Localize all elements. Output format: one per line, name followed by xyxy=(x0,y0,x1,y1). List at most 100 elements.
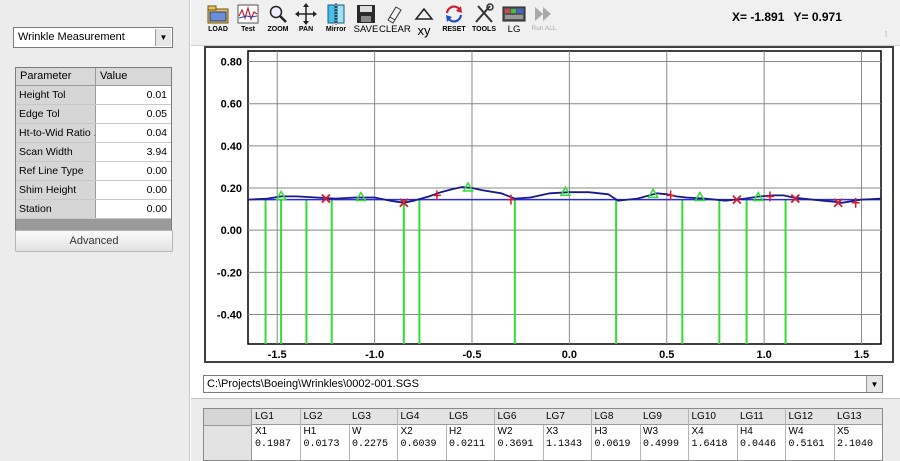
results-column-header: LG5 xyxy=(446,409,494,425)
results-grid: LG1 X1 0.1987 LG2 H1 0.0173 LG3 W 0.2275 LG4 X2 0.6… xyxy=(203,408,883,461)
zoom-button[interactable]: ZOOM xyxy=(263,3,293,43)
parameter-row[interactable]: Ht-to-Wid Ratio ... 0.04 xyxy=(16,124,171,143)
parameter-value[interactable]: 0.00 xyxy=(96,181,171,199)
result-name: H1 xyxy=(303,426,317,437)
results-column[interactable]: LG2 H1 0.0173 xyxy=(300,409,350,460)
mirror-icon xyxy=(327,3,345,25)
profile-chart-svg[interactable]: 0.80 0.60 0.40 0.20 0.00 -0.20 -0.40 -1.5 -1.0 -0… xyxy=(206,48,892,361)
resize-grip-icon[interactable]: ⁞ xyxy=(885,30,887,39)
parameter-row[interactable]: Edge Tol 0.05 xyxy=(16,105,171,124)
results-column[interactable]: LG9 W3 0.4999 xyxy=(640,409,689,460)
results-column-header: LG4 xyxy=(397,409,446,425)
result-name: X4 xyxy=(691,426,704,437)
parameter-table-header: Parameter Value xyxy=(16,68,171,86)
magnifier-icon xyxy=(269,5,287,23)
chevron-down-icon[interactable]: ▼ xyxy=(155,29,171,46)
signal-wave-icon xyxy=(237,4,259,24)
parameter-name: Edge Tol xyxy=(16,105,96,123)
results-column[interactable]: LG12 W4 0.5161 xyxy=(785,409,835,460)
cursor-x-readout: X= -1.891 xyxy=(732,10,785,24)
results-column[interactable]: LG6 W2 0.3691 xyxy=(494,409,544,460)
column-header-parameter: Parameter xyxy=(16,68,96,85)
y-tick-label: 0.00 xyxy=(221,225,242,237)
results-column[interactable]: LG7 X3 1.1343 xyxy=(543,409,592,460)
results-column[interactable]: LG10 X4 1.6418 xyxy=(688,409,738,460)
parameter-row[interactable]: Shim Height 0.00 xyxy=(16,181,171,200)
results-column[interactable]: LG3 W 0.2275 xyxy=(349,409,398,460)
result-name: X3 xyxy=(546,426,559,437)
fast-forward-icon xyxy=(535,7,551,21)
result-value: 0.0619 xyxy=(594,439,631,450)
save-label: SAVE xyxy=(353,24,379,35)
mode-select-value: Wrinkle Measurement xyxy=(18,31,125,43)
results-column[interactable]: LG11 H4 0.0446 xyxy=(737,409,786,460)
mirror-button[interactable]: Mirror xyxy=(321,3,351,43)
results-column[interactable]: LG5 H2 0.0211 xyxy=(446,409,495,460)
parameter-row[interactable]: Station 0.00 xyxy=(16,200,171,219)
parameter-row[interactable]: Ref Line Type 0.00 xyxy=(16,162,171,181)
advanced-button[interactable]: Advanced xyxy=(15,230,173,252)
mode-select[interactable]: Wrinkle Measurement ▼ xyxy=(13,27,173,48)
profile-chart[interactable]: 0.80 0.60 0.40 0.20 0.00 -0.20 -0.40 -1.5 -1.0 -0… xyxy=(204,46,894,363)
four-arrows-icon xyxy=(295,3,317,25)
toolbar: LOAD Test ZOOM PAN Mirror SAVE CLEAR xy … xyxy=(191,0,900,46)
result-name: X2 xyxy=(400,426,413,437)
clear-button[interactable]: CLEAR xyxy=(379,3,411,43)
refresh-arrows-icon xyxy=(445,5,463,23)
x-tick-label: 1.0 xyxy=(756,349,771,361)
parameter-value[interactable]: 0.01 xyxy=(96,86,171,104)
results-column[interactable]: LG4 X2 0.6039 xyxy=(397,409,447,460)
parameter-row[interactable]: Scan Width 3.94 xyxy=(16,143,171,162)
reset-button[interactable]: RESET xyxy=(439,3,469,43)
result-value: 2.1040 xyxy=(837,439,874,450)
lg-button[interactable]: LG xyxy=(499,3,529,43)
results-column-header: LG13 xyxy=(834,409,882,425)
results-column-header: LG12 xyxy=(785,409,834,425)
results-column-header: LG7 xyxy=(543,409,591,425)
result-name: X1 xyxy=(255,426,268,437)
save-button[interactable]: SAVE xyxy=(351,3,381,43)
tools-button[interactable]: TOOLS xyxy=(469,3,499,43)
results-column-header: LG9 xyxy=(640,409,688,425)
parameter-name: Ref Line Type xyxy=(16,162,96,180)
parameter-table: Parameter Value Height Tol 0.01 Edge Tol 0.… xyxy=(15,67,172,234)
reset-label: RESET xyxy=(442,26,466,33)
result-value: 0.3691 xyxy=(497,439,534,450)
parameter-value[interactable]: 0.04 xyxy=(96,124,171,142)
run-all-label: Run ALL xyxy=(531,25,557,32)
results-column-header: LG3 xyxy=(349,409,397,425)
pan-label: PAN xyxy=(298,26,314,33)
results-column[interactable]: LG8 H3 0.0619 xyxy=(591,409,641,460)
results-column[interactable]: LG1 X1 0.1987 xyxy=(252,409,301,460)
lg-label: LG xyxy=(507,24,521,35)
results-column-header: LG1 xyxy=(252,409,300,425)
result-value: 1.1343 xyxy=(546,439,583,450)
result-name: W xyxy=(352,426,362,437)
cursor-coordinate-readout: X= -1.891 Y= 0.971 xyxy=(732,10,848,24)
results-column-header: LG2 xyxy=(300,409,349,425)
column-header-value: Value xyxy=(100,70,128,82)
parameter-name: Station xyxy=(16,200,96,218)
parameter-name: Shim Height xyxy=(16,181,96,199)
floppy-disk-icon xyxy=(357,5,375,23)
result-name: X5 xyxy=(837,426,850,437)
xy-button[interactable]: xy xyxy=(409,3,439,43)
tools-icon xyxy=(475,3,494,23)
pan-button[interactable]: PAN xyxy=(291,3,321,43)
result-value: 0.6039 xyxy=(400,439,437,450)
chevron-down-icon[interactable]: ▼ xyxy=(866,376,882,392)
test-button[interactable]: Test xyxy=(233,3,263,43)
parameter-value[interactable]: 0.00 xyxy=(96,162,171,180)
parameter-value[interactable]: 3.94 xyxy=(96,143,171,161)
file-path-select[interactable]: C:\Projects\Boeing\Wrinkles\0002-001.SGS… xyxy=(203,375,883,393)
parameter-value[interactable]: 0.05 xyxy=(96,105,171,123)
results-column[interactable]: LG13 X5 2.1040 xyxy=(834,409,882,460)
y-tick-label: 0.60 xyxy=(221,99,242,111)
run-all-button[interactable]: Run ALL xyxy=(529,3,559,43)
result-value: 0.0446 xyxy=(740,439,777,450)
clear-label: CLEAR xyxy=(379,24,411,35)
load-button[interactable]: LOAD xyxy=(203,3,233,43)
result-name: H3 xyxy=(594,426,608,437)
parameter-value[interactable]: 0.00 xyxy=(96,200,171,218)
parameter-row[interactable]: Height Tol 0.01 xyxy=(16,86,171,105)
